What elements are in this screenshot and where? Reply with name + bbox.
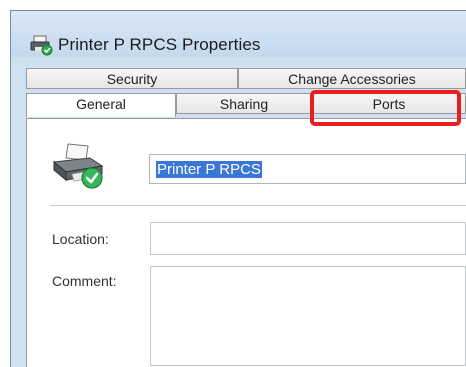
location-field[interactable]	[150, 222, 466, 255]
tab-change-accessories-label: Change Accessories	[288, 71, 416, 87]
tab-security-label: Security	[106, 71, 158, 87]
window-title: Printer P RPCS Properties	[58, 35, 261, 54]
tab-sharing-label: Sharing	[219, 96, 269, 112]
tab-change-accessories[interactable]: Change Accessories	[238, 68, 466, 89]
ports-highlight-box	[310, 90, 461, 126]
tab-sharing[interactable]: Sharing	[176, 93, 312, 114]
comment-label: Comment:	[52, 273, 117, 289]
printer-check-icon	[30, 35, 53, 56]
location-label: Location:	[52, 231, 109, 247]
tab-general-label: General	[76, 96, 126, 112]
tab-security[interactable]: Security	[26, 68, 238, 89]
printer-name-input[interactable]: Printer P RPCS	[149, 154, 466, 184]
printer-check-icon	[52, 143, 104, 189]
separator	[50, 205, 466, 206]
tab-general[interactable]: General	[26, 93, 176, 117]
printer-name-value: Printer P RPCS	[156, 161, 262, 178]
comment-field[interactable]	[150, 266, 466, 366]
title-bar[interactable]: Printer P RPCS Properties	[11, 11, 466, 57]
